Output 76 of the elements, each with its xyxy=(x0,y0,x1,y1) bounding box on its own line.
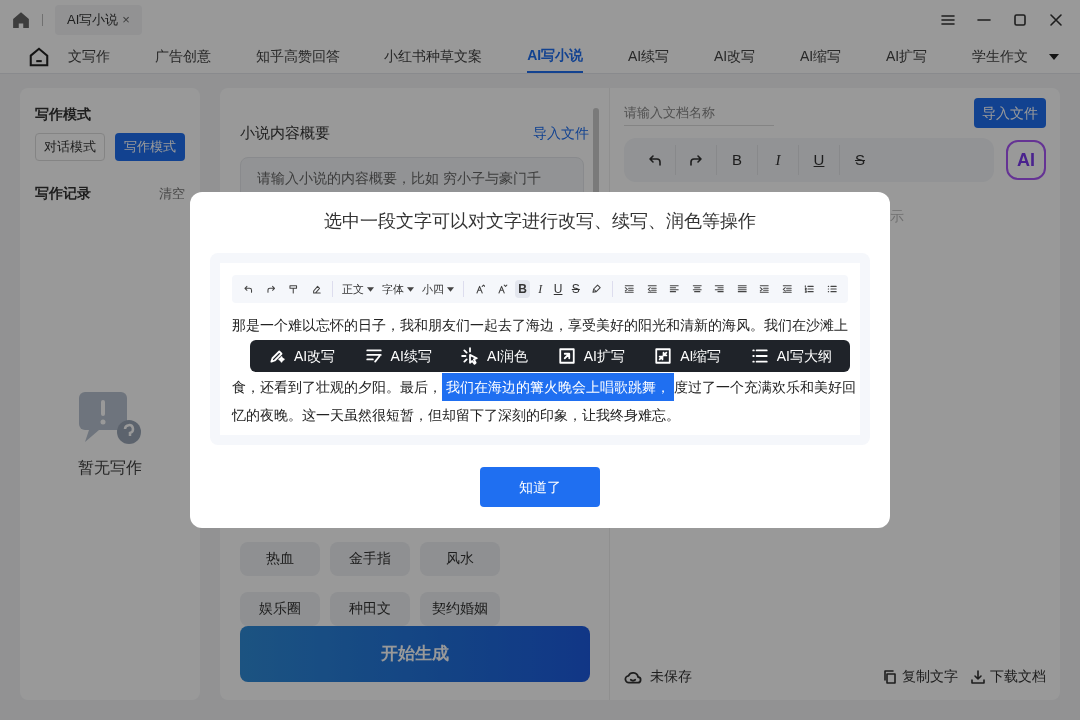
home-icon[interactable] xyxy=(28,45,50,68)
document-name-field[interactable]: 请输入文档名称 xyxy=(624,100,774,126)
nav-tab[interactable]: 文写作 xyxy=(68,40,110,73)
copy-button[interactable]: 复制文字 xyxy=(882,666,958,687)
nav-tab[interactable]: 广告创意 xyxy=(154,40,211,73)
lines-pen-icon xyxy=(364,347,383,365)
caret-icon xyxy=(446,286,454,292)
format-button[interactable]: S xyxy=(567,280,584,298)
close-icon[interactable]: × xyxy=(122,10,130,30)
genre-tag[interactable]: 娱乐圈 xyxy=(240,591,320,626)
format-button[interactable]: B xyxy=(514,280,531,298)
nav-tab[interactable]: 小红书种草文案 xyxy=(384,40,483,73)
format-button[interactable]: I xyxy=(757,145,798,175)
import-link[interactable]: 导入文件 xyxy=(533,122,589,144)
nav-tab[interactable]: 知乎高赞回答 xyxy=(255,40,340,73)
download-button[interactable]: 下载文档 xyxy=(970,666,1046,687)
undo-icon[interactable] xyxy=(646,152,663,168)
menu-icon[interactable] xyxy=(940,12,956,28)
format-button[interactable]: U xyxy=(798,145,839,175)
dialog-title: 选中一段文字可以对文字进行改写、续写、润色等操作 xyxy=(324,210,756,233)
selected-text: 我们在海边的篝火晚会上唱歌跳舞， xyxy=(442,373,674,401)
genre-tag[interactable]: 契约婚姻 xyxy=(420,591,500,626)
caret-icon xyxy=(406,286,414,292)
dropdown-select[interactable]: 字体 xyxy=(378,280,417,298)
genre-tag[interactable]: 热血 xyxy=(240,541,320,576)
window-tab[interactable]: AI写小说 × xyxy=(55,5,142,35)
home-icon[interactable] xyxy=(12,11,30,29)
sparkle-cursor-icon xyxy=(461,347,480,365)
genre-tag[interactable]: 金手指 xyxy=(330,541,410,576)
nav-tab[interactable]: AI扩写 xyxy=(885,40,928,73)
maximize-icon[interactable] xyxy=(1012,12,1028,28)
empty-message-icon xyxy=(77,390,143,446)
redo-icon[interactable] xyxy=(688,152,704,168)
section-title: 写作模式 xyxy=(35,105,92,124)
caret-icon xyxy=(366,286,374,292)
shrink-icon xyxy=(654,347,673,365)
format-button[interactable]: I xyxy=(532,280,549,298)
download-icon xyxy=(970,668,986,685)
ok-button[interactable]: 知道了 xyxy=(480,467,600,507)
ai-action-button[interactable]: AI续写 xyxy=(364,342,432,370)
copy-icon xyxy=(882,668,898,685)
import-button[interactable]: 导入文件 xyxy=(974,98,1046,128)
paragraph-text: 度过了一个充满欢乐和美好回 xyxy=(674,378,856,397)
clear-link[interactable]: 清空 xyxy=(159,183,185,204)
nav-tab[interactable]: AI续写 xyxy=(627,40,670,73)
tab-title: AI写小说 xyxy=(67,11,119,30)
field-label: 小说内容概要 xyxy=(240,123,330,143)
ai-action-button[interactable]: AI缩写 xyxy=(654,342,722,370)
paragraph-text: 那是一个难以忘怀的日子，我和朋友们一起去了海边，享受美好的阳光和清新的海风。我们在沙滩上 xyxy=(232,316,848,335)
genre-tag[interactable]: 风水 xyxy=(420,541,500,576)
save-status: 未保存 xyxy=(650,667,692,686)
generate-button[interactable]: 开始生成 xyxy=(240,626,590,682)
dropdown-select[interactable]: 正文 xyxy=(338,280,377,298)
genre-tag[interactable]: 种田文 xyxy=(330,591,410,626)
format-button[interactable]: S xyxy=(839,145,880,175)
dropdown-select[interactable]: 小四 xyxy=(418,280,457,298)
nav-tab[interactable]: AI改写 xyxy=(713,40,756,73)
format-button[interactable]: B xyxy=(716,145,757,175)
mode-button[interactable]: 对话模式 xyxy=(35,133,105,161)
expand-icon xyxy=(557,347,576,365)
empty-text: 暂无写作 xyxy=(78,458,142,478)
list-icon xyxy=(750,347,769,365)
nav-tab[interactable]: 学生作文 xyxy=(971,40,1028,73)
format-button[interactable]: U xyxy=(550,280,566,298)
ai-action-button[interactable]: AI写大纲 xyxy=(750,342,832,370)
nav-tab[interactable]: AI缩写 xyxy=(799,40,842,73)
ai-action-button[interactable]: AI扩写 xyxy=(557,342,625,370)
paragraph-text: 忆的夜晚。这一天虽然很短暂，但却留下了深刻的印象，让我终身难忘。 xyxy=(232,406,680,425)
ai-action-button[interactable]: AI改写 xyxy=(268,342,336,370)
mode-button[interactable]: 写作模式 xyxy=(115,133,185,161)
paragraph-text: 食，还看到了壮观的夕阳。最后， xyxy=(232,378,442,397)
ai-button[interactable]: AI xyxy=(1006,140,1046,180)
ai-action-button[interactable]: AI润色 xyxy=(461,342,529,370)
section-title: 写作记录 xyxy=(35,184,91,203)
nav-tab[interactable]: AI写小说 xyxy=(527,40,584,73)
close-icon[interactable] xyxy=(1048,12,1064,28)
